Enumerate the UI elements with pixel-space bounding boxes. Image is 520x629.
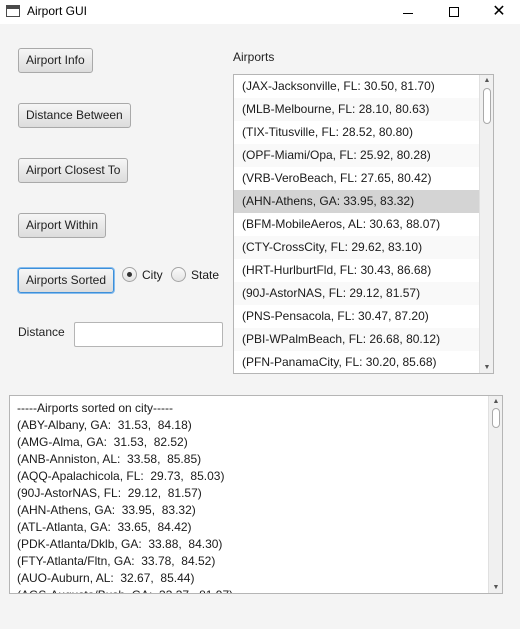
airports-list-scrollbar[interactable]: ▲ ▼ (479, 75, 493, 373)
airport-list-item[interactable]: (CTY-CrossCity, FL: 29.62, 83.10) (234, 236, 493, 259)
airport-list-item[interactable]: (VRB-VeroBeach, FL: 27.65, 80.42) (234, 167, 493, 190)
output-line: (PDK-Atlanta/Dklb, GA: 33.88, 84.30) (17, 537, 223, 551)
airport-list-item[interactable]: (JAX-Jacksonville, FL: 30.50, 81.70) (234, 75, 493, 98)
airport-list-item[interactable]: (HRT-HurlburtFld, FL: 30.43, 86.68) (234, 259, 493, 282)
scroll-thumb[interactable] (492, 408, 500, 428)
airports-label: Airports (233, 50, 275, 64)
airport-list-item[interactable]: (BFM-MobileAeros, AL: 30.63, 88.07) (234, 213, 493, 236)
airport-list-item[interactable]: (TIX-Titusville, FL: 28.52, 80.80) (234, 121, 493, 144)
output-text: -----Airports sorted on city----- (ABY-Al… (17, 400, 233, 593)
output-line: (ATL-Atlanta, GA: 33.65, 84.42) (17, 520, 192, 534)
minimize-icon (403, 12, 413, 14)
distance-label: Distance (18, 325, 65, 339)
minimize-button[interactable] (385, 0, 431, 24)
output-line: (AMG-Alma, GA: 31.53, 82.52) (17, 435, 188, 449)
scroll-down-icon[interactable]: ▼ (480, 362, 493, 373)
output-line: (AUO-Auburn, AL: 32.67, 85.44) (17, 571, 195, 585)
airport-list-item[interactable]: (90J-AstorNAS, FL: 29.12, 81.57) (234, 282, 493, 305)
scroll-down-icon[interactable]: ▼ (489, 582, 502, 593)
scroll-up-icon[interactable]: ▲ (489, 396, 502, 407)
output-line: (90J-AstorNAS, FL: 29.12, 81.57) (17, 486, 202, 500)
sort-city-label: City (142, 267, 163, 282)
output-scrollbar[interactable]: ▲ ▼ (488, 396, 502, 593)
airport-within-button[interactable]: Airport Within (18, 213, 107, 238)
maximize-icon (449, 7, 459, 17)
close-icon: ✕ (492, 3, 506, 20)
output-line: -----Airports sorted on city----- (17, 401, 174, 415)
distance-input[interactable] (74, 322, 223, 347)
scroll-thumb[interactable] (483, 88, 491, 124)
output-textarea[interactable]: -----Airports sorted on city----- (ABY-Al… (9, 395, 503, 594)
airport-info-button[interactable]: Airport Info (18, 48, 93, 73)
sort-state-radio[interactable]: State (171, 267, 219, 282)
output-line: (FTY-Atlanta/Fltn, GA: 33.78, 84.52) (17, 554, 216, 568)
sort-city-radio[interactable]: City (122, 267, 163, 282)
output-line: (AHN-Athens, GA: 33.95, 83.32) (17, 503, 196, 517)
output-line: (ANB-Anniston, AL: 33.58, 85.85) (17, 452, 202, 466)
output-line: (AGS-Augusta/Bush, GA: 33.37, 81.97) (17, 587, 233, 593)
distance-between-button[interactable]: Distance Between (18, 103, 131, 128)
airport-list-item[interactable]: (MLB-Melbourne, FL: 28.10, 80.63) (234, 98, 493, 121)
airport-list-item[interactable]: (PFN-PanamaCity, FL: 30.20, 85.68) (234, 351, 493, 373)
airports-sorted-button[interactable]: Airports Sorted (18, 268, 115, 293)
close-button[interactable]: ✕ (476, 0, 520, 24)
airports-list-items: (JAX-Jacksonville, FL: 30.50, 81.70) (MLB… (234, 75, 493, 373)
airport-list-item[interactable]: (AHN-Athens, GA: 33.95, 83.32) (234, 190, 493, 213)
window-title: Airport GUI (27, 4, 88, 18)
sort-state-label: State (191, 267, 220, 282)
airport-list-item[interactable]: (PBI-WPalmBeach, FL: 26.68, 80.12) (234, 328, 493, 351)
output-line: (AQQ-Apalachicola, FL: 29.73, 85.03) (17, 469, 225, 483)
radio-unselected-icon (171, 267, 186, 282)
app-window-icon (6, 5, 20, 17)
airport-list-item[interactable]: (OPF-Miami/Opa, FL: 25.92, 80.28) (234, 144, 493, 167)
airport-closest-to-button[interactable]: Airport Closest To (18, 158, 129, 183)
scroll-up-icon[interactable]: ▲ (480, 75, 493, 86)
output-line: (ABY-Albany, GA: 31.53, 84.18) (17, 418, 192, 432)
title-bar: Airport GUI ✕ (0, 0, 520, 24)
airport-list-item[interactable]: (PNS-Pensacola, FL: 30.47, 87.20) (234, 305, 493, 328)
airports-list[interactable]: (JAX-Jacksonville, FL: 30.50, 81.70) (MLB… (233, 74, 494, 374)
radio-selected-icon (122, 267, 137, 282)
maximize-button[interactable] (431, 0, 477, 24)
